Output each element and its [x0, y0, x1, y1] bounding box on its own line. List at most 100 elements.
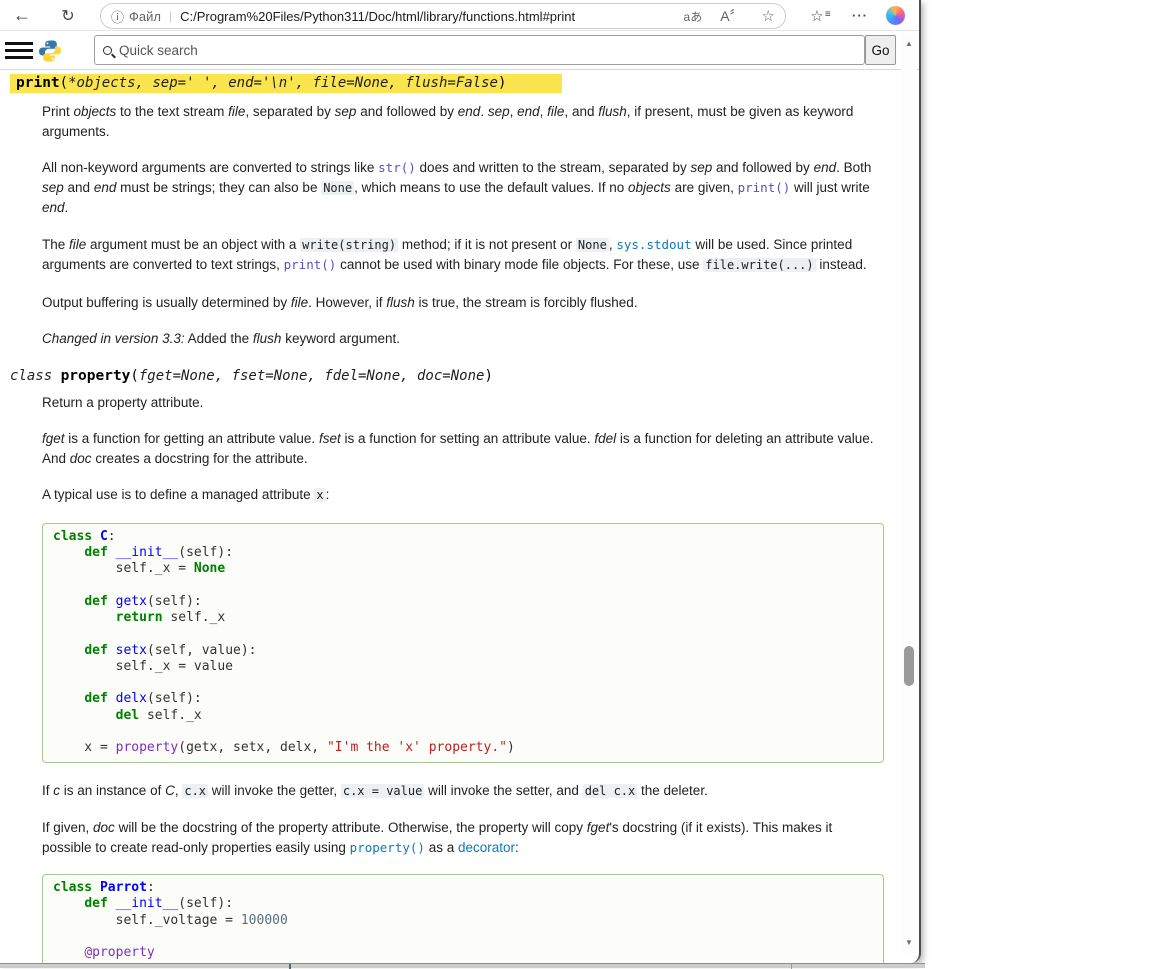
text-segment: (	[60, 75, 68, 91]
scroll-up-icon[interactable]: ▲	[901, 37, 917, 51]
code-token: self._x	[170, 610, 225, 625]
page-info-icon[interactable]: ⓘ	[111, 7, 124, 26]
search-input[interactable]: Quick search	[94, 35, 865, 65]
doc-link[interactable]: str()	[378, 160, 416, 175]
code-token: def	[84, 643, 115, 658]
paragraph: Output buffering is usually determined b…	[42, 293, 884, 313]
text-segment: fget	[42, 431, 65, 446]
text-segment: If	[42, 783, 53, 798]
code-token: C	[100, 529, 108, 544]
text-segment: method; if it is not present or	[398, 237, 576, 252]
text-segment: sep	[690, 160, 712, 175]
code-token	[53, 945, 84, 960]
scrollbar-thumb[interactable]	[904, 646, 914, 686]
code-block-class-C: class C: def __init__(self): self._x = N…	[42, 523, 884, 763]
code-token	[53, 896, 84, 911]
text-segment: is a function for getting an attribute v…	[65, 431, 319, 446]
doc-link[interactable]: print()	[738, 180, 791, 195]
more-menu-icon[interactable]: ···	[846, 0, 874, 31]
text-segment: is an instance of	[60, 783, 165, 798]
taskbar-divider	[791, 964, 792, 969]
copilot-icon[interactable]	[886, 6, 905, 25]
text-segment: , and	[564, 104, 598, 119]
code-token: :	[147, 880, 155, 895]
code-token: class	[53, 880, 100, 895]
page-scrollbar[interactable]: ▲ ▼	[901, 33, 917, 954]
code-token: del	[116, 708, 147, 723]
text-segment: .	[480, 104, 488, 119]
code-token: __init__	[116, 545, 179, 560]
go-button[interactable]: Go	[865, 35, 896, 65]
back-icon[interactable]: ←	[8, 0, 36, 31]
doc-link[interactable]: decorator	[458, 840, 515, 855]
refresh-icon[interactable]: ↻	[54, 0, 82, 31]
text-segment: flush	[598, 104, 627, 119]
text-segment: All non-keyword arguments are converted …	[42, 160, 378, 175]
text-segment: sep	[335, 104, 357, 119]
favorite-star-icon[interactable]: ☆	[762, 7, 775, 25]
doc-link[interactable]: print()	[284, 257, 337, 272]
text-segment: A typical use is to define a managed att…	[42, 487, 314, 502]
code-token: (getx, setx, delx,	[178, 740, 327, 755]
code-token: self._voltage =	[53, 913, 241, 928]
text-segment: is a function for setting an attribute v…	[341, 431, 595, 446]
favorites-list-icon[interactable]: ☆ ≡	[803, 0, 831, 31]
address-divider: |	[169, 9, 172, 23]
url-text[interactable]: C:/Program%20Files/Python311/Doc/html/li…	[180, 9, 675, 24]
text-segment: ,	[510, 104, 518, 119]
code-token	[53, 691, 84, 706]
paragraph: All non-keyword arguments are converted …	[42, 158, 884, 218]
code-token	[53, 643, 84, 658]
paragraph: If given, doc will be the docstring of t…	[42, 818, 884, 857]
text-segment: . However, if	[308, 295, 386, 310]
code-token: def	[84, 545, 115, 560]
text-segment: file	[69, 237, 86, 252]
code-token: def	[84, 691, 115, 706]
code-token	[53, 708, 116, 723]
text-segment: creates a docstring for the attribute.	[92, 451, 308, 466]
translate-icon[interactable]: aあ	[684, 8, 703, 25]
menu-icon[interactable]	[5, 42, 33, 60]
print-description: Print objects to the text stream file, s…	[42, 102, 900, 349]
text-segment: class	[10, 368, 61, 384]
doc-content: print(*objects, sep=' ', end='\n', file=…	[0, 70, 900, 963]
favorites-lines-glyph: ≡	[825, 9, 831, 20]
text-segment: Added the	[185, 331, 253, 346]
text-segment: :	[326, 487, 330, 502]
taskbar-edge	[0, 963, 925, 968]
print-signature: print(*objects, sep=' ', end='\n', file=…	[10, 74, 562, 93]
text-segment: will invoke the getter,	[208, 783, 341, 798]
text-segment: x	[314, 488, 325, 502]
text-segment: )	[498, 75, 506, 91]
text-segment: fget=None, fset=None, fdel=None, doc=Non…	[139, 368, 485, 384]
read-aloud-icon[interactable]: A〞	[720, 6, 743, 26]
code-token: return	[116, 610, 171, 625]
code-token: property	[116, 740, 179, 755]
code-token: def	[84, 594, 115, 609]
search-placeholder: Quick search	[119, 43, 198, 58]
doc-link[interactable]: sys.stdout	[616, 237, 691, 252]
doc-link[interactable]: property()	[350, 840, 425, 855]
text-segment: *objects, sep=' ', end='\n', file=None, …	[68, 75, 498, 91]
paragraph: If c is an instance of C, c.x will invok…	[42, 781, 884, 802]
scroll-down-icon[interactable]: ▼	[901, 936, 917, 950]
text-segment: fset	[319, 431, 341, 446]
text-segment: )	[484, 368, 492, 384]
text-segment: file.write(...)	[703, 258, 815, 272]
text-segment: end	[458, 104, 481, 119]
text-segment: does and written to the stream, separate…	[416, 160, 691, 175]
code-token: "I'm the 'x' property."	[327, 740, 507, 755]
code-token: @property	[84, 945, 154, 960]
code-token: 100000	[241, 913, 288, 928]
browser-window: ← ↻ ⓘ Файл | C:/Program%20Files/Python31…	[0, 0, 921, 963]
site-label: Файл	[129, 9, 161, 24]
code-token: (self):	[147, 691, 202, 706]
docs-nav-bar: Quick search Go	[0, 31, 919, 70]
python-logo-icon	[38, 39, 62, 63]
text-segment: sep	[42, 180, 64, 195]
text-segment: cannot be used with binary mode file obj…	[336, 257, 703, 272]
code-token: def	[84, 896, 115, 911]
address-bar[interactable]: ⓘ Файл | C:/Program%20Files/Python311/Do…	[100, 3, 786, 29]
code-block-class-Parrot: class Parrot: def __init__(self): self._…	[42, 874, 884, 963]
text-segment: the deleter.	[637, 783, 708, 798]
